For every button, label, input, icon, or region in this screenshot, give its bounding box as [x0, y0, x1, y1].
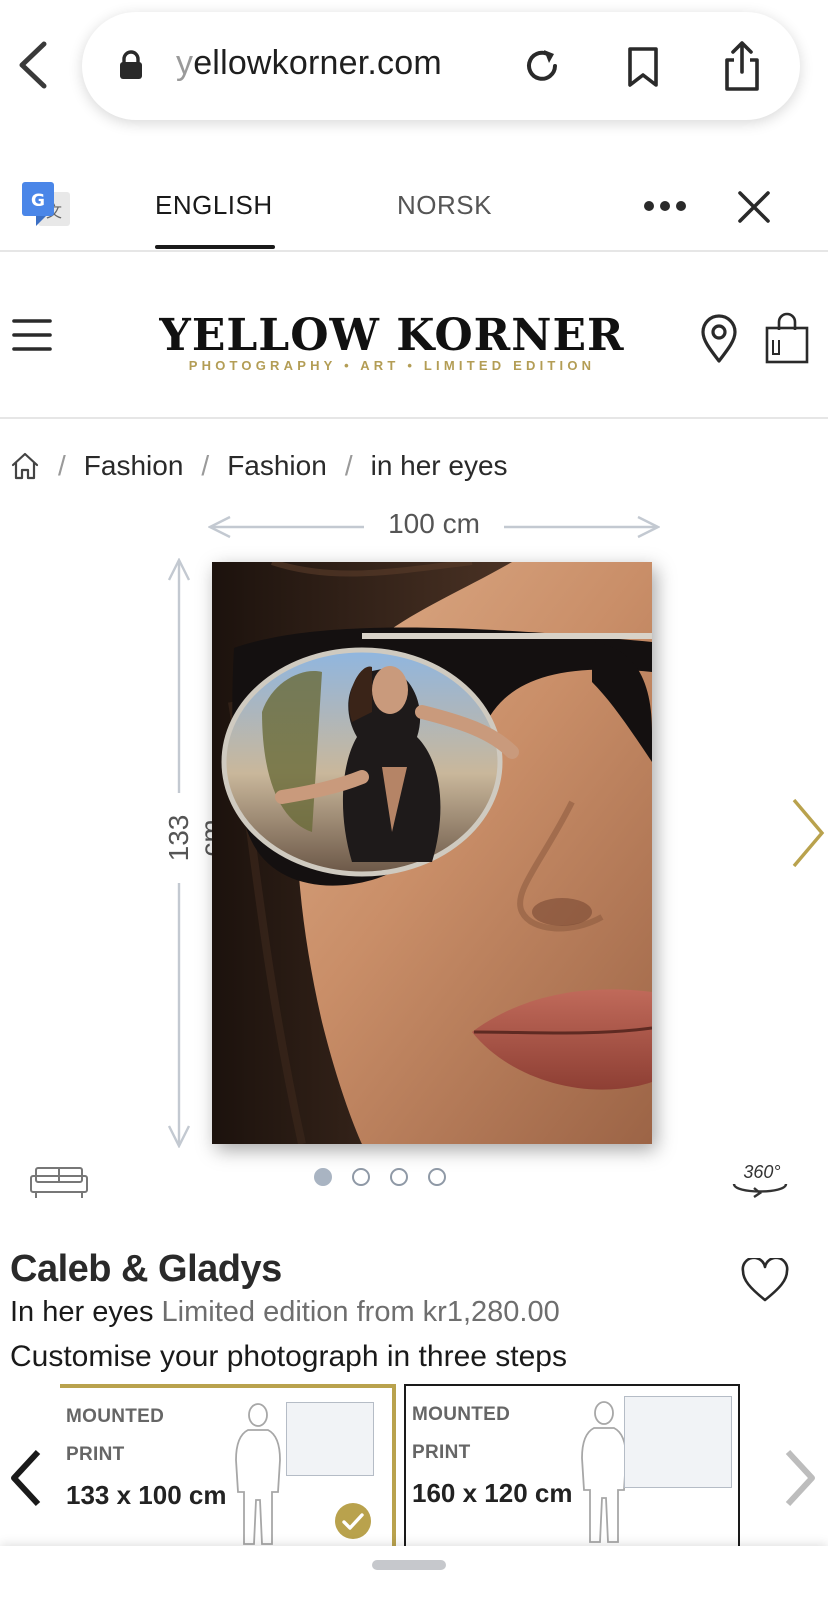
artwork-scale-frame [286, 1402, 374, 1476]
breadcrumb-separator: / [58, 450, 66, 481]
product-subtitle: In her eyes Limited edition from kr1,280… [10, 1296, 560, 1329]
edition-price: Limited edition from kr1,280.00 [161, 1296, 560, 1328]
options-prev-arrow[interactable] [8, 1448, 44, 1508]
breadcrumb-item-fashion[interactable]: Fashion [84, 450, 184, 482]
option-card-160x120[interactable]: MOUNTED PRINT 160 x 120 cm [404, 1384, 740, 1548]
tab-norsk[interactable]: NORSK [397, 190, 492, 221]
selected-check-icon [334, 1502, 372, 1540]
svg-text:G: G [31, 191, 45, 211]
menu-icon[interactable] [12, 318, 52, 352]
breadcrumb-separator: / [201, 450, 210, 481]
close-icon[interactable] [737, 190, 771, 224]
sofa-view-icon[interactable] [28, 1164, 90, 1200]
breadcrumb-item-current: in her eyes [370, 450, 508, 481]
view-360-label: 360° [743, 1162, 780, 1182]
option-type-line1: MOUNTED [66, 1406, 165, 1427]
breadcrumb-separator: / [344, 450, 353, 481]
option-size: 133 x 100 cm [66, 1480, 227, 1510]
home-icon[interactable] [10, 451, 40, 481]
gallery-dot-2[interactable] [352, 1168, 370, 1186]
breadcrumb-item-fashion-sub[interactable]: Fashion [227, 450, 327, 482]
browser-bottom-bar [0, 1546, 828, 1600]
width-label: 100 cm [364, 508, 504, 540]
store-locator-icon[interactable] [700, 314, 738, 364]
url-domain: ellowkorner.com [193, 44, 442, 82]
url-text[interactable]: yellowkorner.com [176, 44, 442, 83]
person-silhouette-icon [230, 1400, 286, 1548]
next-image-arrow[interactable] [790, 796, 826, 870]
product-title: In her eyes [10, 1296, 154, 1328]
option-type-line1: MOUNTED [412, 1404, 511, 1425]
cart-icon[interactable] [764, 310, 810, 366]
share-icon[interactable] [722, 40, 762, 92]
translate-bar-divider [0, 250, 828, 252]
product-photo[interactable] [212, 562, 652, 1144]
breadcrumb: / Fashion / Fashion / in her eyes [10, 446, 508, 486]
gallery-pagination [314, 1168, 446, 1192]
lock-icon [118, 50, 144, 80]
favorite-heart-icon[interactable] [740, 1256, 790, 1304]
reload-icon[interactable] [522, 46, 562, 86]
height-label: 133 cm [163, 793, 226, 883]
site-tagline: PHOTOGRAPHY • ART • LIMITED EDITION [188, 358, 596, 373]
site-logo[interactable]: YELLOW KORNER [158, 310, 626, 361]
view-360-icon[interactable]: 360° [728, 1160, 792, 1200]
more-options-icon[interactable] [643, 196, 687, 216]
home-indicator[interactable] [372, 1560, 446, 1570]
header-divider [0, 417, 828, 419]
option-type-line2: PRINT [66, 1444, 125, 1465]
artist-name[interactable]: Caleb & Gladys [10, 1248, 282, 1291]
active-tab-indicator [155, 245, 275, 249]
tab-english[interactable]: ENGLISH [155, 190, 273, 221]
options-next-arrow[interactable] [782, 1448, 818, 1508]
option-type-line2: PRINT [412, 1442, 471, 1463]
artwork-scale-frame [624, 1396, 732, 1488]
option-size: 160 x 120 cm [412, 1478, 573, 1508]
browser-back-button[interactable] [14, 40, 54, 90]
gallery-dot-3[interactable] [390, 1168, 408, 1186]
bookmark-icon[interactable] [626, 46, 660, 88]
gallery-dot-4[interactable] [428, 1168, 446, 1186]
google-translate-icon: 文 G [20, 180, 72, 232]
customise-heading: Customise your photograph in three steps [10, 1340, 567, 1373]
url-prefix: y [176, 44, 194, 82]
gallery-dot-1[interactable] [314, 1168, 332, 1186]
